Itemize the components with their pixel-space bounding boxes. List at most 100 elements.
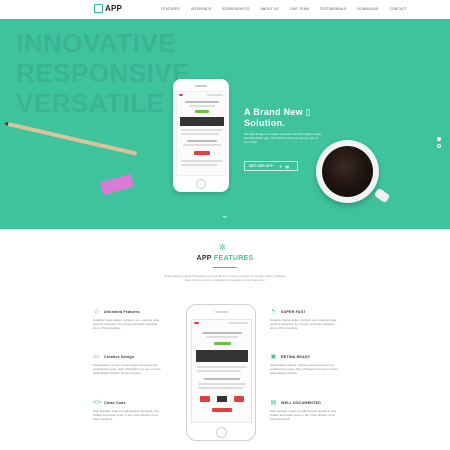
feature-title: RETINA READY	[281, 355, 311, 359]
mini-line	[197, 370, 241, 372]
hero-bg-word: RESPONSIVE	[16, 58, 191, 88]
hero-bg-word: VERSATILE	[16, 88, 165, 118]
feature-title: Creative Design	[104, 355, 135, 359]
nav-item-testimonials[interactable]: TESTIMONIALS	[320, 7, 347, 11]
mini-logo	[179, 94, 183, 96]
nav-item-screenshots[interactable]: SCREENSHOTS	[222, 7, 249, 11]
mini-button	[195, 110, 209, 113]
feature-title: SUPER FAST	[281, 310, 306, 314]
hero-title-line2: Solution.	[244, 118, 286, 128]
cursor-box-icon: ▯	[302, 107, 312, 117]
feature-creative-design: ▭ Creative Design Suspendisse nisl elit, …	[93, 354, 173, 375]
diamond-icon: ◇	[94, 309, 99, 315]
laptop-icon: ▭	[93, 354, 100, 360]
slider-dot[interactable]	[437, 144, 441, 148]
mini-subheading	[206, 336, 238, 338]
monitor-icon: ▣	[270, 354, 277, 360]
phone-speaker	[195, 85, 207, 87]
feature-retina-ready: ▣ RETINA READY Suspendisse nisl elit, rho…	[270, 354, 350, 375]
windows-icon: ▦	[285, 163, 290, 169]
mini-subheading	[189, 105, 215, 107]
phone-home-button	[216, 427, 227, 438]
nav-item-contact[interactable]: CONTACT	[390, 7, 407, 11]
feature-text: Curabitur ligula sapien, tincidunt non, …	[93, 318, 161, 330]
nav-item-interface[interactable]: INTERFACE	[191, 7, 211, 11]
hero-section: INNOVATIVE RESPONSIVE VERSATILE A Brand …	[0, 19, 450, 229]
features-heading-part1: APP	[196, 255, 212, 262]
feature-well-documented: ▤ WELL DOCUMENTED Nam egestas, augue ut p…	[270, 400, 350, 421]
hero-title: A Brand New ▯ Solution.	[244, 107, 344, 129]
settings-icon: ✲	[219, 243, 226, 252]
mini-line	[181, 160, 223, 162]
features-phone-mockup	[186, 304, 256, 441]
mini-heading	[204, 378, 240, 380]
mini-banner	[180, 117, 224, 126]
mini-line	[198, 387, 244, 389]
nav-item-features[interactable]: FEATURES	[161, 7, 180, 11]
mini-heading	[202, 332, 242, 334]
features-heading: APP FEATURES	[0, 255, 450, 262]
pencil-image	[7, 122, 138, 156]
mini-card	[217, 396, 227, 402]
feature-title: WELL DOCUMENTED	[281, 401, 321, 405]
feature-text: Nam egestas, augue ut pellentesque hendr…	[270, 409, 337, 421]
hero-phone-mockup	[173, 79, 229, 192]
phone-screen	[176, 91, 226, 176]
mini-heading	[187, 140, 217, 142]
android-icon: ✦	[279, 163, 283, 169]
feature-text: Nam egestas, augue ut pellentesque hendr…	[93, 409, 160, 421]
feature-clean-code: </> Clean Code Nam egestas, augue ut pell…	[93, 400, 173, 421]
feature-title: Clean Code	[104, 401, 126, 405]
book-icon: ▤	[270, 400, 277, 406]
nav-item-download[interactable]: DOWNLOAD	[358, 7, 379, 11]
mini-cta	[212, 408, 232, 412]
feature-unlimited-features: ◇ Unlimited Features Curabitur ligula sap…	[93, 309, 173, 330]
mini-nav	[207, 94, 223, 96]
features-intro: Suspendisse potenti Phasellus euismod li…	[164, 274, 286, 283]
mini-line	[181, 133, 219, 135]
phone-speaker	[215, 311, 228, 313]
chevron-down-icon[interactable]: ⌄	[221, 211, 229, 220]
logo-icon	[94, 4, 103, 13]
mini-card	[234, 396, 244, 402]
mini-line	[183, 144, 221, 146]
features-heading-part2: FEATURES	[213, 255, 254, 262]
feature-text: Curabitur ligula sapien, tincidunt non, …	[270, 318, 338, 330]
hero-description: We take things to a totally new level wi…	[244, 132, 322, 144]
coffee-cup-handle	[373, 187, 391, 204]
main-menu: FEATURES INTERFACE SCREENSHOTS ABOUT US …	[161, 7, 407, 11]
heading-underline	[213, 267, 237, 268]
mini-line	[181, 129, 223, 131]
top-navbar: APP FEATURES INTERFACE SCREENSHOTS ABOUT…	[0, 0, 450, 19]
mini-nav	[228, 322, 248, 324]
nav-item-our-team[interactable]: OUR TEAM	[290, 7, 309, 11]
bolt-icon: ϟ	[271, 309, 276, 315]
get-our-app-label: GET OUR APP	[249, 164, 274, 168]
get-our-app-button[interactable]: GET OUR APP ✦ ▦	[244, 161, 298, 171]
feature-super-fast: ϟ SUPER FAST Curabitur ligula sapien, tin…	[270, 309, 350, 330]
logo[interactable]: APP	[94, 4, 122, 13]
hero-title-line1: A Brand New	[244, 107, 303, 117]
feature-text: Suspendisse nisl elit, rhoncus eget, ele…	[270, 363, 338, 375]
nav-item-about-us[interactable]: ABOUT US	[261, 7, 279, 11]
mini-line	[197, 366, 247, 368]
code-icon: </>	[93, 400, 102, 406]
mini-line	[198, 383, 246, 385]
mini-button	[214, 342, 231, 345]
feature-text: Suspendisse nisl elit, rhoncus eget, ele…	[93, 363, 161, 375]
slider-dot[interactable]	[437, 137, 441, 141]
mini-logo	[194, 322, 199, 324]
mini-banner	[196, 350, 248, 362]
logo-text: APP	[105, 4, 123, 13]
phone-screen	[191, 319, 252, 423]
mini-cta	[194, 151, 210, 155]
coffee-surface	[322, 146, 373, 197]
coffee-cup-image	[316, 140, 379, 203]
slider-dots	[437, 137, 441, 148]
feature-title: Unlimited Features	[104, 310, 140, 314]
mini-line	[181, 164, 217, 166]
mini-card	[200, 396, 210, 402]
mini-heading	[185, 101, 219, 103]
eraser-image	[99, 173, 135, 196]
hero-bg-word: INNOVATIVE	[16, 28, 177, 58]
